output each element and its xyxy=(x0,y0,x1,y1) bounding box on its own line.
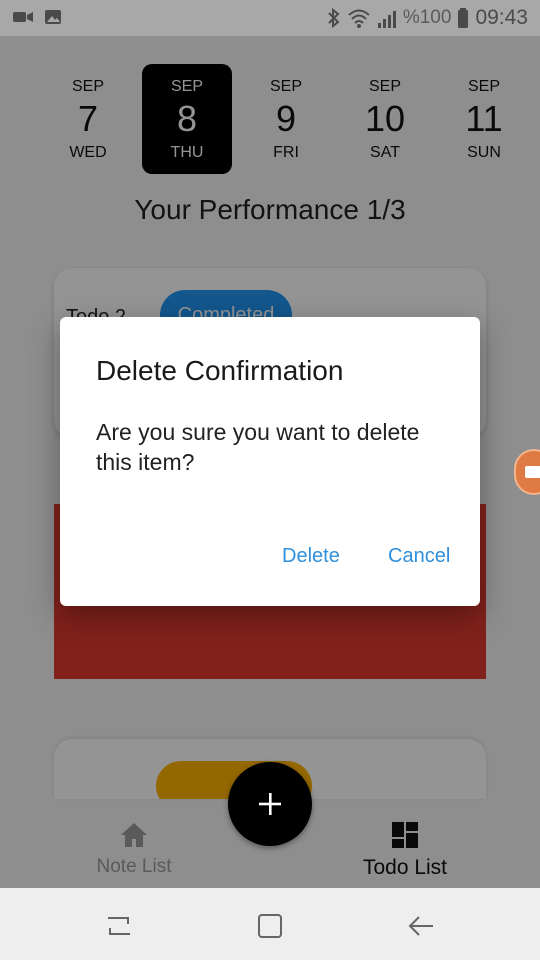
recent-apps-icon[interactable] xyxy=(105,912,133,940)
bluetooth-icon xyxy=(328,7,340,29)
image-icon xyxy=(45,10,61,24)
delete-confirmation-dialog: Delete Confirmation Are you sure you wan… xyxy=(60,317,480,606)
back-icon[interactable] xyxy=(407,912,435,940)
signal-icon xyxy=(377,11,396,28)
system-navigation-bar xyxy=(0,888,540,960)
video-call-icon xyxy=(13,12,33,22)
plus-icon xyxy=(259,793,281,815)
status-bar: %100 09:43 xyxy=(0,0,540,36)
battery-percent: %100 xyxy=(402,7,452,28)
home-button-icon[interactable] xyxy=(256,912,284,940)
delete-button[interactable]: Delete xyxy=(282,545,340,568)
clock: 09:43 xyxy=(475,6,528,29)
add-button[interactable] xyxy=(228,762,312,846)
dialog-title: Delete Confirmation xyxy=(96,355,344,386)
battery-icon xyxy=(458,8,469,28)
floating-bubble[interactable] xyxy=(514,449,540,495)
wifi-icon xyxy=(348,9,370,28)
cancel-button[interactable]: Cancel xyxy=(388,545,450,568)
dialog-message: Are you sure you want to delete this ite… xyxy=(96,419,420,475)
video-icon xyxy=(525,466,540,478)
